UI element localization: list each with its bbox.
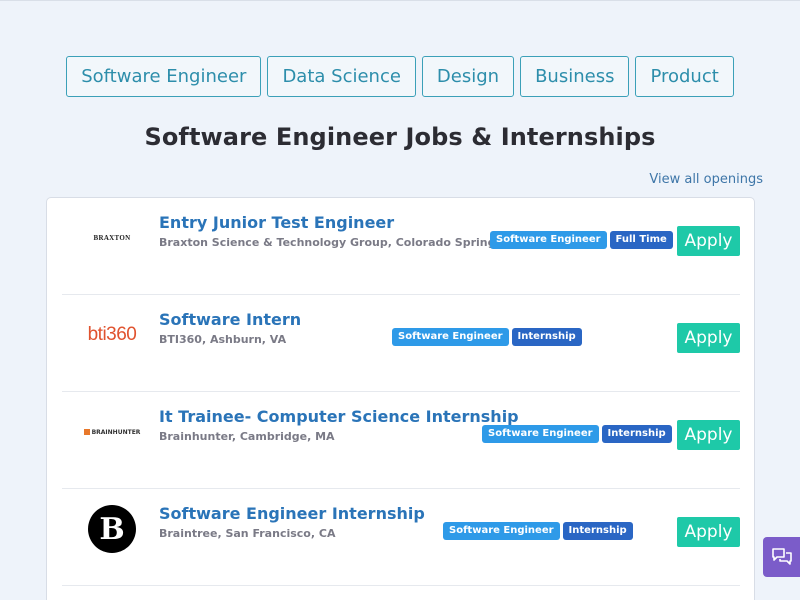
job-title[interactable]: It Trainee- Computer Science Internship — [159, 407, 519, 426]
job-row: BRAINHUNTER It Trainee- Computer Science… — [62, 392, 740, 489]
brainhunter-logo-text: BRAINHUNTER — [91, 428, 141, 436]
job-title[interactable]: Software Intern — [159, 310, 301, 329]
job-tags: Software Engineer Full Time — [490, 231, 673, 249]
job-tags: Software Engineer Internship — [482, 425, 672, 443]
tab-product[interactable]: Product — [635, 56, 734, 97]
tag-job-type: Internship — [511, 328, 582, 346]
tag-category: Software Engineer — [482, 425, 599, 443]
job-tags: Software Engineer Internship — [443, 522, 633, 540]
tag-job-type: Internship — [601, 425, 672, 443]
tab-data-science[interactable]: Data Science — [267, 56, 416, 97]
company-location: Braxton Science & Technology Group, Colo… — [159, 236, 528, 249]
tag-job-type: Full Time — [609, 231, 673, 249]
apply-button[interactable]: Apply — [677, 226, 740, 256]
chat-bubbles-icon — [771, 548, 792, 565]
company-location: BTI360, Ashburn, VA — [159, 333, 287, 346]
page-title: Software Engineer Jobs & Internships — [144, 123, 656, 151]
tag-job-type: Internship — [562, 522, 633, 540]
apply-button[interactable]: Apply — [677, 323, 740, 353]
tag-category: Software Engineer — [490, 231, 607, 249]
category-tabs: Software Engineer Data Science Design Bu… — [0, 56, 800, 97]
tag-category: Software Engineer — [392, 328, 509, 346]
bti360-logo: bti360 — [87, 324, 137, 345]
company-logo: BRAXTON — [84, 212, 140, 264]
company-logo: B — [84, 503, 140, 555]
job-tags: Software Engineer Internship — [392, 328, 582, 346]
braxton-logo: BRAXTON — [93, 234, 131, 242]
page: Software Engineer Data Science Design Bu… — [0, 0, 800, 600]
company-location: Brainhunter, Cambridge, MA — [159, 430, 335, 443]
company-location: Braintree, San Francisco, CA — [159, 527, 336, 540]
chat-button[interactable] — [763, 537, 800, 577]
brainhunter-logo: BRAINHUNTER — [83, 428, 141, 436]
job-title[interactable]: Software Engineer Internship — [159, 504, 425, 523]
view-all-openings-link[interactable]: View all openings — [649, 172, 763, 187]
tab-business[interactable]: Business — [520, 56, 630, 97]
job-list: BRAXTON Entry Junior Test Engineer Braxt… — [46, 197, 755, 600]
company-logo: BRAINHUNTER — [83, 406, 141, 458]
brainhunter-mark-icon — [83, 429, 90, 435]
apply-button[interactable]: Apply — [677, 517, 740, 547]
job-row: B Software Engineer Internship Braintree… — [62, 489, 740, 586]
braintree-logo: B — [88, 505, 136, 553]
job-title[interactable]: Entry Junior Test Engineer — [159, 213, 394, 232]
tab-design[interactable]: Design — [421, 56, 515, 97]
tab-software-engineer[interactable]: Software Engineer — [66, 56, 262, 97]
tag-category: Software Engineer — [443, 522, 560, 540]
job-row: bti360 Software Intern BTI360, Ashburn, … — [62, 295, 740, 392]
company-logo: bti360 — [84, 309, 140, 361]
apply-button[interactable]: Apply — [677, 420, 740, 450]
job-row: BRAXTON Entry Junior Test Engineer Braxt… — [62, 198, 740, 295]
